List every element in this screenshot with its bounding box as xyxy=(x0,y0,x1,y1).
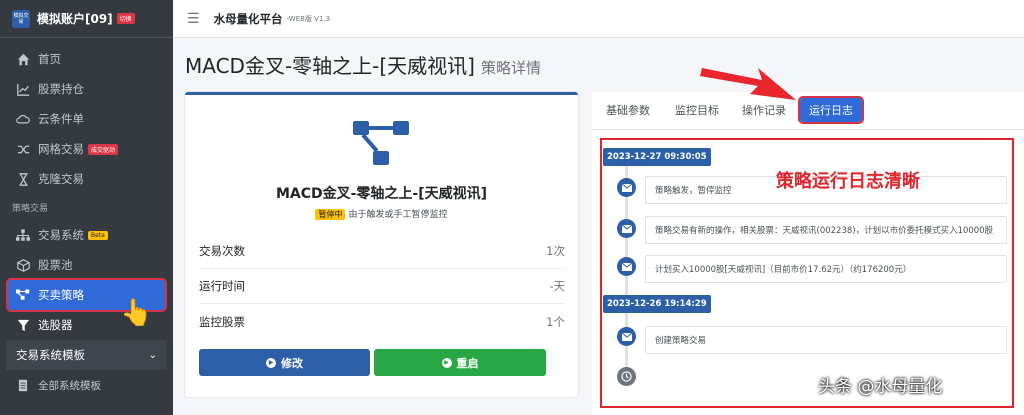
log-entry: 计划买入10000股[天威视讯]（目前市价17.62元）（约176200元） xyxy=(645,255,1007,283)
sidebar: 模拟交易 模拟账户[09] 切换 首页 股票持仓 云条件单 网格交易 成交驱动 … xyxy=(0,0,173,415)
switch-account-button[interactable]: 切换 xyxy=(116,13,135,24)
log-date-badge: 2023-12-27 09:30:05 xyxy=(603,148,711,166)
watermark: 头条 @水母量化 xyxy=(818,377,943,397)
sidebar-item-holdings[interactable]: 股票持仓 xyxy=(0,74,173,104)
stat-label: 交易次数 xyxy=(199,244,245,258)
brand-logo: 模拟交易 xyxy=(12,9,30,28)
sidebar-item-label: 克隆交易 xyxy=(38,172,84,186)
stat-row-trade-count: 交易次数 1次 xyxy=(199,234,565,269)
stat-value: 1个 xyxy=(546,314,565,329)
chevron-down-icon: ⌄ xyxy=(148,349,157,361)
hourglass-icon xyxy=(16,172,30,186)
sidebar-item-all-templates[interactable]: 全部系统模板 xyxy=(0,370,173,400)
edit-button[interactable]: ▶ 修改 xyxy=(199,349,370,376)
pointer-hand-icon: 👆 xyxy=(120,298,153,328)
sidebar-item-label: 首页 xyxy=(38,52,61,66)
sidebar-item-label: 买卖策略 xyxy=(38,288,84,302)
sidebar-item-label: 股票池 xyxy=(38,258,73,272)
sidebar-item-home[interactable]: 首页 xyxy=(0,44,173,74)
strategy-icon xyxy=(353,121,409,165)
log-date-badge: 2023-12-26 19:14:29 xyxy=(603,295,711,313)
section-header: 策略交易 xyxy=(12,203,49,214)
page-subtitle: 策略详情 xyxy=(481,59,542,77)
stat-row-run-time: 运行时间 -天 xyxy=(199,269,565,304)
beta-tag: Beta xyxy=(88,230,108,240)
account-title: 模拟账户[09] xyxy=(37,12,113,26)
cloud-icon xyxy=(16,112,30,126)
tab-bar: 基础参数 监控目标 操作记录 运行日志 xyxy=(592,92,1024,130)
cube-icon xyxy=(16,258,30,272)
sidebar-item-system-templates[interactable]: 交易系统模板 ⌄ xyxy=(6,340,167,370)
stat-value: 1次 xyxy=(546,244,565,258)
brand: 模拟交易 模拟账户[09] 切换 xyxy=(0,0,173,38)
sidebar-item-clone-trading[interactable]: 克隆交易 xyxy=(0,164,173,194)
strategy-name: MACD金叉-零轴之上-[天威视讯] xyxy=(275,186,488,202)
chart-line-icon xyxy=(16,82,30,96)
tab-basic-params[interactable]: 基础参数 xyxy=(606,102,650,118)
sitemap-icon xyxy=(16,228,30,242)
arrow-right-icon: ▶ xyxy=(266,357,276,368)
status-line: 暂停中 由于触发或手工暂停监控 xyxy=(185,207,578,220)
status-badge: 暂停中 xyxy=(315,209,346,220)
sidebar-item-label: 网格交易 xyxy=(38,142,84,156)
grid-trading-tag: 成交驱动 xyxy=(88,143,119,155)
sidebar-item-label: 交易系统 xyxy=(38,228,84,242)
platform-version: -WEB版 V1.3 xyxy=(286,14,331,23)
filter-icon xyxy=(16,318,30,332)
sidebar-item-label: 股票持仓 xyxy=(38,82,84,96)
envelope-icon xyxy=(617,327,636,346)
menu-icon[interactable]: ☰ xyxy=(187,11,200,27)
restart-button-label: 重启 xyxy=(456,356,479,370)
envelope-icon xyxy=(617,178,636,197)
sidebar-item-stock-pool[interactable]: 股票池 xyxy=(0,250,173,280)
top-bar: ☰ 水母量化平台 -WEB版 V1.3 xyxy=(173,0,1024,38)
document-icon xyxy=(16,378,30,392)
stat-row-monitored-stocks: 监控股票 1个 xyxy=(199,304,565,339)
annotation-callout: 策略运行日志清晰 xyxy=(776,171,920,192)
log-entry: 创建策略交易 xyxy=(645,326,1007,354)
sidebar-item-label: 云条件单 xyxy=(38,112,84,126)
edit-button-label: 修改 xyxy=(281,356,303,370)
sidebar-item-label: 选股器 xyxy=(38,318,73,332)
tab-run-log[interactable]: 运行日志 xyxy=(798,96,864,124)
log-entry: 策略交易有新的操作，相关股票：天威视讯(002238)，计划以市价委托模式买入1… xyxy=(645,216,1007,244)
shuffle-icon xyxy=(16,142,30,156)
home-icon xyxy=(16,52,30,66)
stat-label: 监控股票 xyxy=(199,314,245,329)
stat-label: 运行时间 xyxy=(199,279,245,293)
restart-button[interactable]: ▶ 重启 xyxy=(374,349,546,376)
status-text: 由于触发或手工暂停监控 xyxy=(348,210,448,220)
page-title: MACD金叉-零轴之上-[天威视讯] 策略详情 xyxy=(185,50,541,79)
annotation-arrow-icon xyxy=(700,68,796,100)
sidebar-item-cloud-orders[interactable]: 云条件单 xyxy=(0,104,173,134)
sidebar-item-trading-system[interactable]: 交易系统 Beta xyxy=(0,220,173,250)
strategy-icon xyxy=(16,288,30,302)
sidebar-item-label: 全部系统模板 xyxy=(38,379,101,392)
strategy-summary-card: MACD金叉-零轴之上-[天威视讯] 暂停中 由于触发或手工暂停监控 交易次数 1… xyxy=(185,92,578,397)
clock-icon xyxy=(617,367,636,386)
platform-title: 水母量化平台 xyxy=(213,11,283,26)
sidebar-item-label: 交易系统模板 xyxy=(16,348,85,362)
play-icon: ▶ xyxy=(441,357,452,368)
envelope-icon xyxy=(617,219,636,238)
page-title-text: MACD金叉-零轴之上-[天威视讯] xyxy=(185,54,475,78)
stat-value: -天 xyxy=(549,279,565,293)
sidebar-item-grid-trading[interactable]: 网格交易 成交驱动 xyxy=(0,134,173,164)
envelope-icon xyxy=(617,257,636,276)
